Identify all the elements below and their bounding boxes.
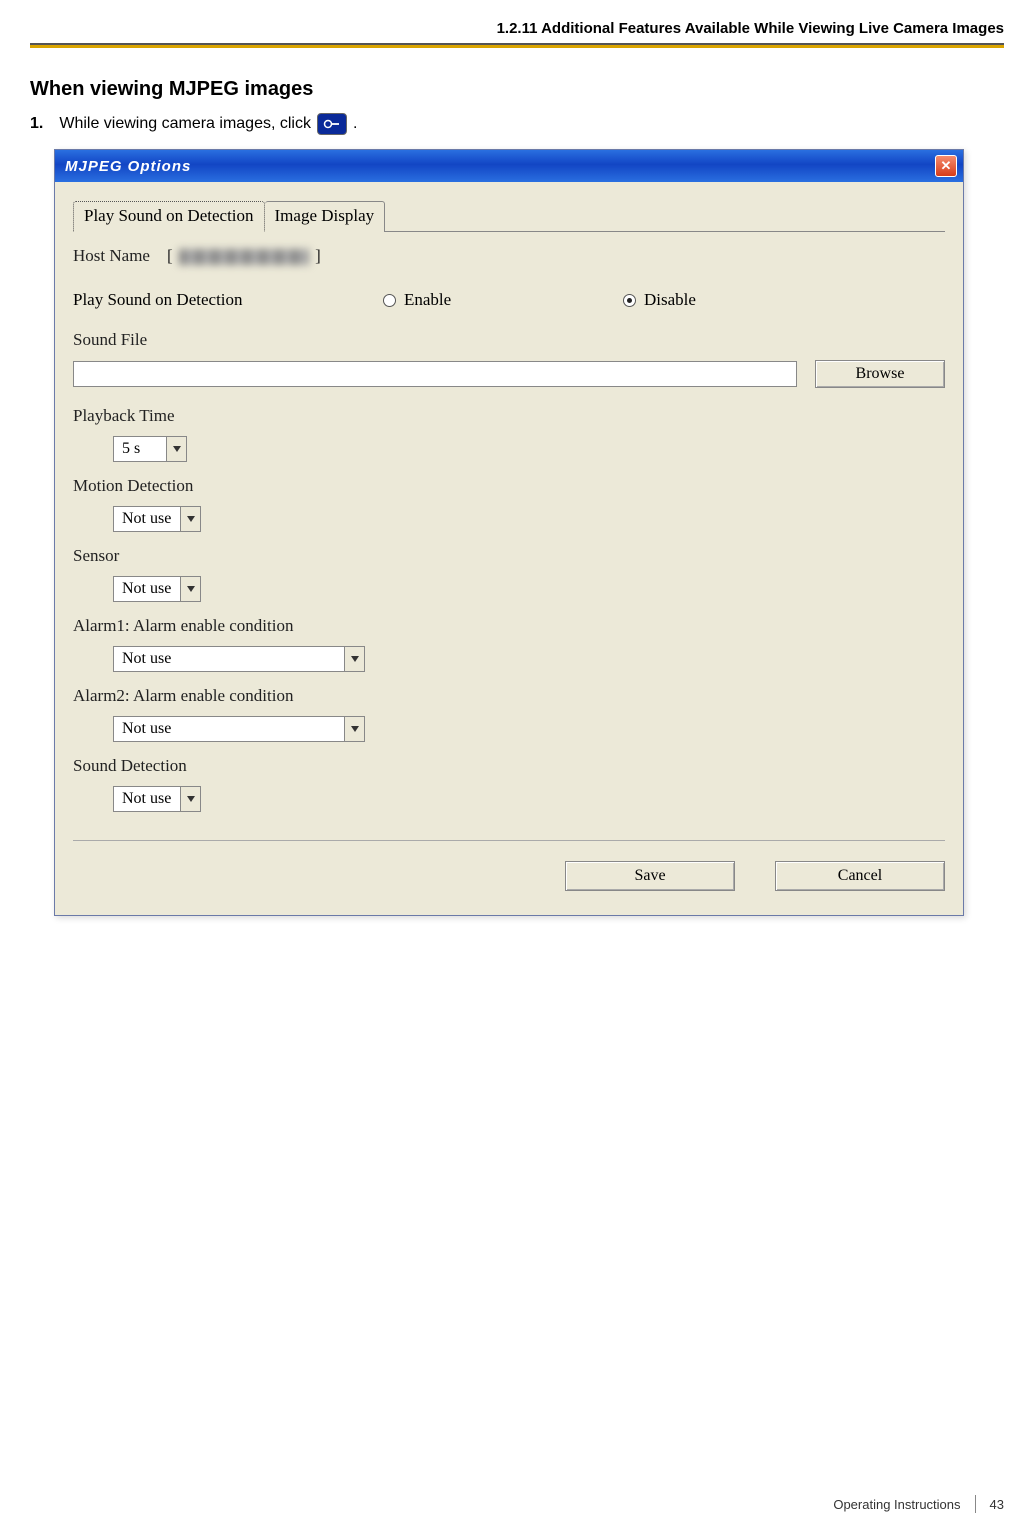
close-icon: ✕ [941, 158, 952, 174]
chevron-down-icon [180, 577, 200, 601]
chevron-down-icon [180, 507, 200, 531]
radio-enable-label: Enable [404, 290, 451, 310]
radio-disable[interactable]: Disable [623, 290, 863, 310]
step-1: 1. While viewing camera images, click . [30, 113, 1004, 135]
sound-detection-value: Not use [114, 787, 180, 811]
close-button[interactable]: ✕ [935, 155, 957, 177]
chevron-down-icon [344, 717, 364, 741]
titlebar[interactable]: MJPEG Options ✕ [55, 150, 963, 182]
options-toolbar-icon [317, 113, 347, 135]
bracket-close: ] [315, 246, 321, 265]
section-number: 1.2.11 [497, 20, 538, 37]
radio-icon [623, 294, 636, 307]
chevron-down-icon [180, 787, 200, 811]
divider-gold [30, 45, 1004, 48]
alarm2-value: Not use [114, 717, 344, 741]
play-sound-row: Play Sound on Detection Enable Disable [73, 290, 945, 310]
tab-play-sound[interactable]: Play Sound on Detection [73, 201, 265, 232]
radio-enable[interactable]: Enable [383, 290, 623, 310]
page-header: 1.2.11 Additional Features Available Whi… [30, 20, 1004, 43]
host-name-value-blurred [179, 249, 309, 265]
cancel-button[interactable]: Cancel [775, 861, 945, 891]
page-footer: Operating Instructions 43 [833, 1495, 1004, 1513]
step-text-before: While viewing camera images, click [59, 115, 311, 133]
sound-detection-label: Sound Detection [73, 756, 945, 776]
subheading: When viewing MJPEG images [30, 78, 1004, 101]
sensor-combo[interactable]: Not use [113, 576, 201, 602]
step-text-after: . [353, 115, 357, 133]
sensor-label: Sensor [73, 546, 945, 566]
sound-file-label: Sound File [73, 330, 945, 350]
footer-doc: Operating Instructions [833, 1497, 960, 1512]
dialog-title: MJPEG Options [65, 158, 191, 175]
alarm2-label: Alarm2: Alarm enable condition [73, 686, 945, 706]
footer-page: 43 [990, 1497, 1004, 1512]
bracket-open: [ [167, 246, 173, 265]
playback-time-label: Playback Time [73, 406, 945, 426]
motion-detection-combo[interactable]: Not use [113, 506, 201, 532]
mjpeg-options-dialog: MJPEG Options ✕ Play Sound on Detection … [54, 149, 964, 916]
sound-detection-combo[interactable]: Not use [113, 786, 201, 812]
motion-detection-label: Motion Detection [73, 476, 945, 496]
sensor-value: Not use [114, 577, 180, 601]
step-number: 1. [30, 115, 43, 133]
sound-file-input[interactable] [73, 361, 797, 387]
tab-image-display[interactable]: Image Display [265, 201, 386, 232]
alarm1-combo[interactable]: Not use [113, 646, 365, 672]
section-title: Additional Features Available While View… [541, 20, 1004, 37]
playback-time-value: 5 s [114, 437, 166, 461]
play-sound-label: Play Sound on Detection [73, 290, 383, 310]
host-name-row: Host Name [ ] [73, 246, 945, 266]
motion-detection-value: Not use [114, 507, 180, 531]
radio-disable-label: Disable [644, 290, 696, 310]
alarm1-value: Not use [114, 647, 344, 671]
chevron-down-icon [344, 647, 364, 671]
radio-icon [383, 294, 396, 307]
browse-button[interactable]: Browse [815, 360, 945, 388]
save-button[interactable]: Save [565, 861, 735, 891]
playback-time-combo[interactable]: 5 s [113, 436, 187, 462]
tabs: Play Sound on Detection Image Display [73, 200, 945, 232]
alarm1-label: Alarm1: Alarm enable condition [73, 616, 945, 636]
host-name-label: Host Name [73, 246, 150, 266]
alarm2-combo[interactable]: Not use [113, 716, 365, 742]
chevron-down-icon [166, 437, 186, 461]
footer-divider [975, 1495, 976, 1513]
